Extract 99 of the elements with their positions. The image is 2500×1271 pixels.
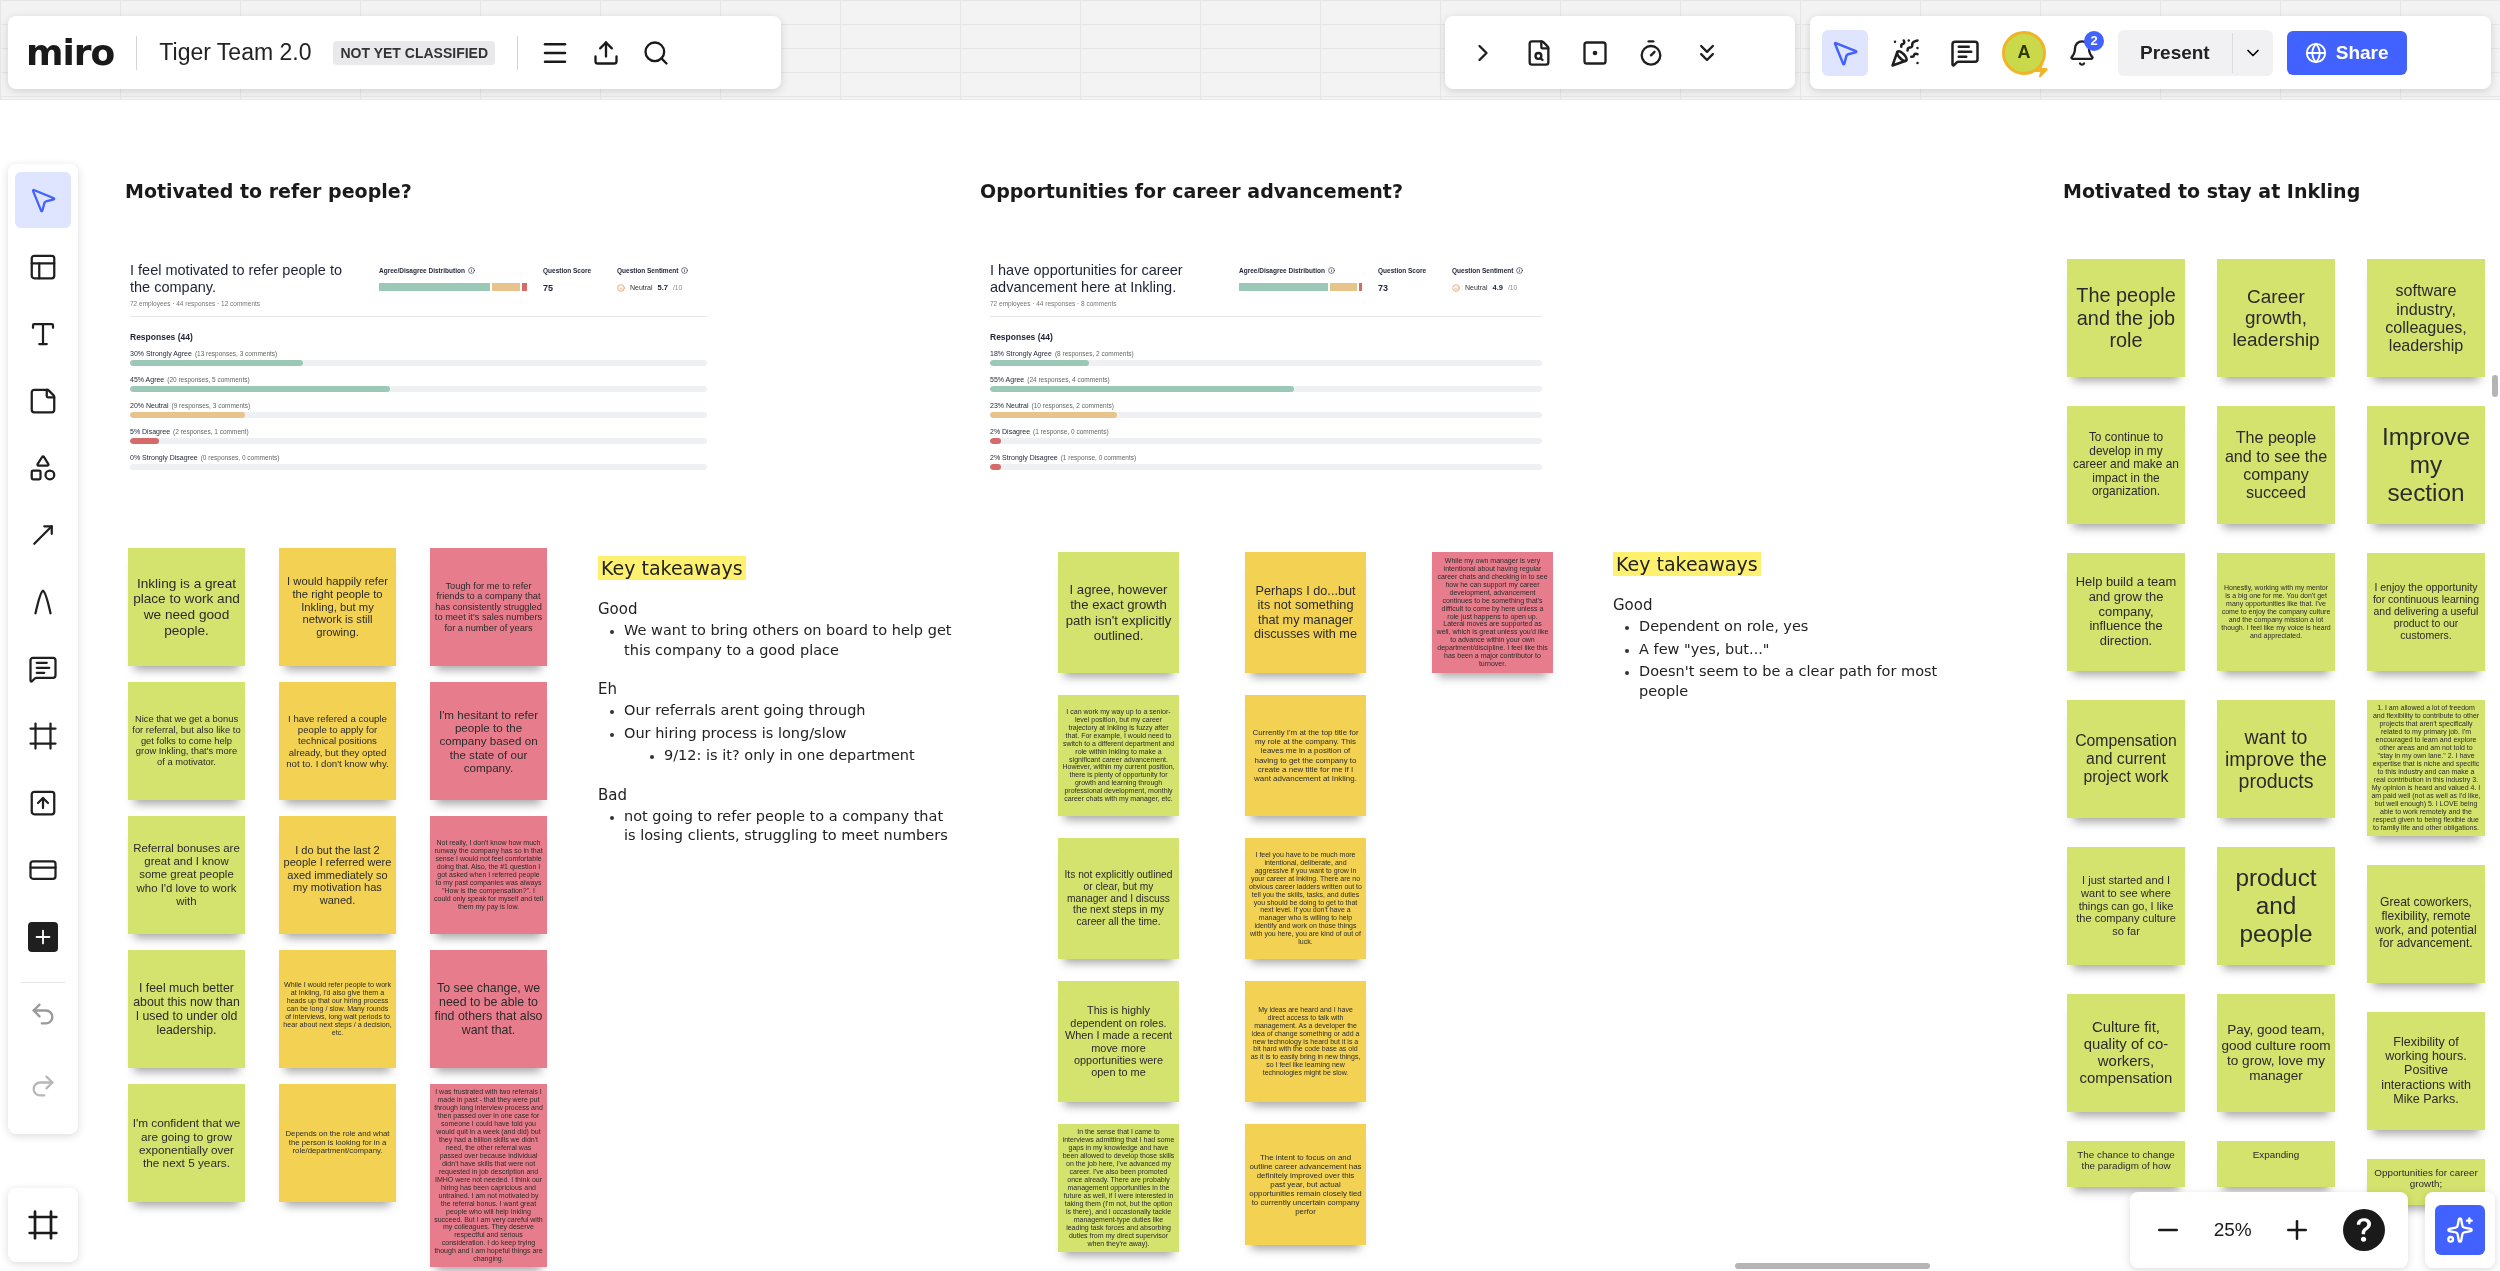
sticky-note[interactable]: Pay, good team, good culture room to grow, love my manager <box>2217 994 2335 1112</box>
bullet-icon <box>610 710 614 715</box>
share-button[interactable]: Share <box>2286 30 2407 75</box>
template-icon[interactable] <box>28 252 58 282</box>
sticky-note[interactable]: Flexibility of working hours. Positive interactions with Mike Parks. <box>2367 1011 2485 1130</box>
party-popper-icon[interactable] <box>1890 37 1920 68</box>
lightning-icon <box>2033 61 2049 78</box>
help-icon[interactable] <box>2342 1209 2385 1251</box>
info-icon[interactable] <box>1327 267 1335 274</box>
info-icon[interactable] <box>681 267 689 274</box>
zoom-level[interactable]: 25% <box>2213 1219 2252 1241</box>
takeaways-title: Key takeaways <box>1613 552 1761 576</box>
globe-icon <box>2304 41 2327 64</box>
takeaway-text: Our referrals arent going through <box>624 701 866 721</box>
bullet-icon <box>610 815 614 820</box>
responses-title: Responses (44) <box>990 331 1054 342</box>
takeaway-text: Doesn't seem to be a clear path for most people <box>1639 662 1939 701</box>
sticky-note[interactable]: Expanding <box>2217 1141 2335 1187</box>
logo[interactable]: miro <box>26 32 115 73</box>
sticky-note[interactable]: I enjoy the opportunity for continuous learning and delivering a useful product to our customers. <box>2367 553 2485 671</box>
sticky-note[interactable]: want to improve the products <box>2217 700 2335 818</box>
bullet-icon <box>1625 626 1629 630</box>
section-title: Opportunities for career advancement? <box>980 180 1403 202</box>
sticky-note[interactable]: To continue to develop in my career and make an impact in the organization. <box>2067 406 2185 524</box>
sticky-note[interactable]: Compensation and current project work <box>2067 700 2185 818</box>
sticky-note[interactable]: Inkling is a great place to work and we need good people. <box>128 548 245 666</box>
sticky-note[interactable]: I'm hesitant to refer people to the company based on the state of our company. <box>430 682 547 800</box>
selected-tool-button[interactable] <box>15 172 71 228</box>
sticky-note[interactable]: software industry, colleagues, leadership <box>2367 259 2485 377</box>
selected-tool-button[interactable] <box>1822 29 1868 76</box>
bullet-icon <box>1625 648 1629 653</box>
sticky-note[interactable]: I agree, however the exact growth path isn't explicitly outlined. <box>1058 552 1179 673</box>
sticky-note[interactable]: I just started and I want to see where things can go, I like the company culture so far <box>2067 847 2185 965</box>
sparkles-icon <box>2446 1216 2474 1244</box>
notifications-button[interactable]: 2 <box>2060 30 2104 75</box>
sticky-note[interactable]: This is highly dependent on roles. When I made a recent move more opportunities were open to me <box>1058 981 1179 1102</box>
search-icon[interactable] <box>642 38 671 67</box>
sticky-note[interactable]: Career growth, leadership <box>2217 259 2335 377</box>
takeaway-text: We want to bring others on board to help get this company to a good place <box>624 621 953 660</box>
avatar[interactable]: A <box>2002 30 2046 75</box>
neutral-face-icon <box>617 283 625 292</box>
takeaway-text: A few "yes, but..." <box>1639 639 1770 659</box>
takeaway-text: not going to refer people to a company that is losing clients, struggling to meet numbers <box>624 806 949 846</box>
survey-question: I have opportunities for career advancement here at Inkling. <box>990 262 1184 297</box>
sticky-note[interactable]: The people and the job role <box>2067 259 2185 377</box>
group-heading: Good <box>598 600 639 618</box>
sticky-note[interactable]: product and people <box>2217 847 2335 965</box>
frame-icon[interactable] <box>27 1209 59 1241</box>
sticky-note[interactable]: The people and to see the company succeed <box>2217 406 2335 524</box>
sticky-note-icon[interactable] <box>28 386 58 416</box>
sticky-note[interactable]: The chance to change the paradigm of how <box>2067 1141 2185 1187</box>
scrollbar[interactable] <box>2492 375 2498 397</box>
sticky-note[interactable]: Nice that we get a bonus for referral, but also like to get folks to come help grow Inkling, that's more of a motivator. <box>128 682 245 800</box>
takeaway-text: 9/12: is it? only in one department <box>664 746 915 766</box>
ai-assistant-button[interactable] <box>2425 1192 2495 1268</box>
sticky-note[interactable]: Culture fit, quality of co-workers, compensation <box>2067 994 2185 1112</box>
question-score: 73 <box>1378 283 1389 293</box>
sticky-note[interactable]: I have refered a couple people to apply for technical positions already, but they opted not to. I don't know why. <box>279 682 396 800</box>
question-score: 75 <box>543 283 554 293</box>
frame-icon[interactable] <box>28 721 58 751</box>
bullet-icon <box>610 732 614 737</box>
sticky-note[interactable]: I would happily refer the right people to Inkling, but my network is still growing. <box>279 548 396 666</box>
classification-badge: NOT YET CLASSIFIED <box>333 40 496 65</box>
shapes-icon[interactable] <box>28 453 58 483</box>
sticky-note[interactable]: I feel much better about this now than I used to under old leadership. <box>128 950 245 1068</box>
sticky-note[interactable]: I do but the last 2 people I referred were axed immediately so my motivation has waned. <box>279 816 396 934</box>
takeaways-title: Key takeaways <box>598 556 746 580</box>
upload-icon[interactable] <box>28 788 58 818</box>
sticky-note[interactable]: Improve my section <box>2367 406 2485 524</box>
sticky-note[interactable]: Tough for me to refer friends to a company that has consistently struggled to meet it's sales numbers for a number of years <box>430 548 547 666</box>
group-heading: Good <box>1613 596 1654 614</box>
group-heading: Bad <box>598 785 628 804</box>
neutral-face-icon <box>1452 283 1460 292</box>
info-icon[interactable] <box>467 267 475 274</box>
notification-count: 2 <box>2084 30 2104 51</box>
takeaway-text: Dependent on role, yes <box>1639 617 1809 636</box>
sticky-note[interactable]: Perhaps I do...but its not something that my manager discusses with me <box>1245 552 1366 673</box>
survey-question: I feel motivated to refer people to the company. <box>130 262 343 297</box>
section-title: Motivated to refer people? <box>125 180 412 202</box>
group-heading: Eh <box>598 680 618 699</box>
scrollbar[interactable] <box>1735 1263 1930 1269</box>
bullet-icon <box>610 630 614 634</box>
plus-icon[interactable] <box>28 922 58 952</box>
bell-icon[interactable] <box>2068 38 2096 67</box>
upload-icon[interactable] <box>592 38 621 67</box>
info-icon[interactable] <box>1516 267 1524 274</box>
sticky-note[interactable]: Help build a team and grow the company, influence the direction. <box>2067 553 2185 671</box>
bullet-icon <box>1625 671 1629 676</box>
sticky-note[interactable]: I'm confident that we are going to grow exponentially over the next 5 years. <box>128 1084 245 1202</box>
takeaway-text: Our hiring process is long/slow <box>624 723 847 743</box>
comment-icon[interactable] <box>28 654 58 684</box>
section-title: Motivated to stay at Inkling <box>2063 180 2361 202</box>
sticky-note[interactable]: To see change, we need to be able to find others that also want that. <box>430 950 547 1068</box>
bullet-icon <box>650 755 654 760</box>
board-title[interactable]: Tiger Team 2.0 <box>159 39 312 66</box>
sticky-note[interactable]: Its not explicitly outlined or clear, but my manager and I discuss the next steps in my career all the time. <box>1058 838 1179 959</box>
responses-title: Responses (44) <box>130 331 194 342</box>
sticky-note[interactable]: Great coworkers, flexibility, remote work, and potential for advancement. <box>2367 864 2485 983</box>
sticky-note[interactable]: Referral bonuses are great and I know some great people who I'd love to work with <box>128 816 245 934</box>
